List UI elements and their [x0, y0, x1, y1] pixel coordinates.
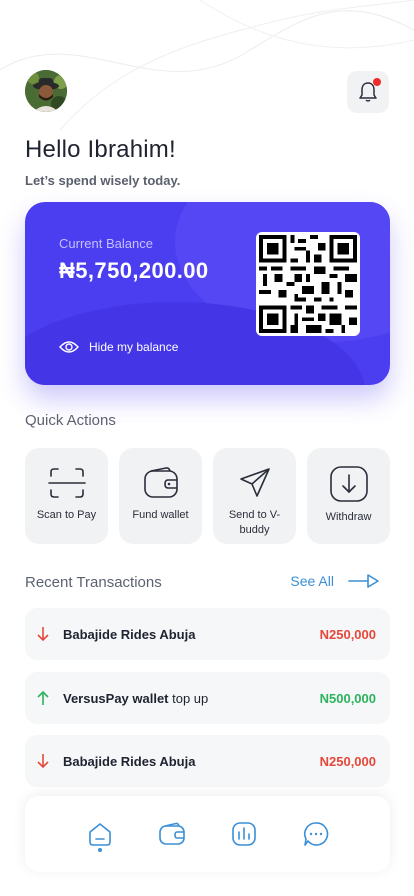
transaction-amount: N250,000 — [319, 753, 376, 769]
header — [25, 70, 389, 114]
see-all-link[interactable]: See All — [290, 573, 380, 589]
transaction-row[interactable]: Babajide Rides Abuja N250,000 — [25, 608, 390, 660]
nav-stats[interactable] — [225, 812, 263, 856]
stats-icon — [231, 822, 256, 846]
balance-label: Current Balance — [59, 236, 153, 251]
arrow-right-icon — [348, 574, 379, 588]
nav-home[interactable] — [81, 812, 119, 856]
balance-card: Current Balance ₦5,750,200.00 Hide my ba… — [25, 202, 390, 385]
qr-code[interactable] — [256, 232, 360, 336]
notifications-button[interactable] — [347, 71, 389, 113]
greeting-title: Hello Ibrahim! — [25, 136, 176, 163]
scan-icon — [47, 468, 86, 498]
avatar-image — [25, 70, 67, 112]
scan-to-pay-button[interactable]: Scan to Pay — [25, 448, 108, 544]
hide-balance-toggle[interactable]: Hide my balance — [59, 340, 178, 354]
greeting-subtitle: Let’s spend wisely today. — [25, 173, 181, 188]
see-all-label: See All — [290, 573, 334, 589]
balance-value: ₦5,750,200.00 — [59, 258, 209, 283]
action-label: Scan to Pay — [36, 509, 97, 521]
withdraw-button[interactable]: Withdraw — [307, 448, 390, 544]
home-icon — [88, 823, 111, 846]
nav-wallet[interactable] — [153, 812, 191, 856]
recent-transactions-title: Recent Transactions — [25, 574, 162, 591]
transaction-amount: N250,000 — [319, 626, 376, 642]
debit-arrow-icon — [35, 752, 51, 770]
fund-wallet-button[interactable]: Fund wallet — [119, 448, 202, 544]
quick-actions-title: Quick Actions — [25, 412, 116, 429]
action-label: Withdraw — [325, 511, 372, 523]
avatar[interactable] — [25, 70, 67, 112]
transaction-name: VersusPay wallet top up — [63, 690, 209, 706]
action-label: Fund wallet — [132, 509, 189, 521]
transaction-name: Babajide Rides Abuja — [63, 626, 196, 642]
action-label: Send to V-buddy — [228, 509, 281, 536]
bottom-navigation — [25, 796, 390, 872]
debit-arrow-icon — [35, 625, 51, 643]
transaction-name: Babajide Rides Abuja — [63, 753, 196, 769]
eye-icon — [59, 341, 79, 353]
transaction-row[interactable]: VersusPay wallet top up N500,000 — [25, 672, 390, 724]
credit-arrow-icon — [35, 689, 51, 707]
qr-code-icon — [259, 235, 357, 333]
transaction-row[interactable]: Babajide Rides Abuja N250,000 — [25, 735, 390, 787]
active-indicator — [97, 848, 102, 852]
quick-actions: Scan to Pay Fund wallet Send to V-buddy … — [25, 448, 390, 544]
wallet-icon — [143, 467, 178, 498]
transaction-amount: N500,000 — [319, 690, 376, 706]
send-to-vbuddy-button[interactable]: Send to V-buddy — [213, 448, 296, 544]
nav-chat[interactable] — [297, 812, 335, 856]
wallet-icon — [158, 822, 185, 845]
notification-badge — [373, 78, 381, 86]
download-icon — [329, 466, 368, 502]
hide-balance-label: Hide my balance — [89, 340, 179, 354]
send-icon — [239, 468, 270, 497]
chat-icon — [303, 822, 328, 846]
